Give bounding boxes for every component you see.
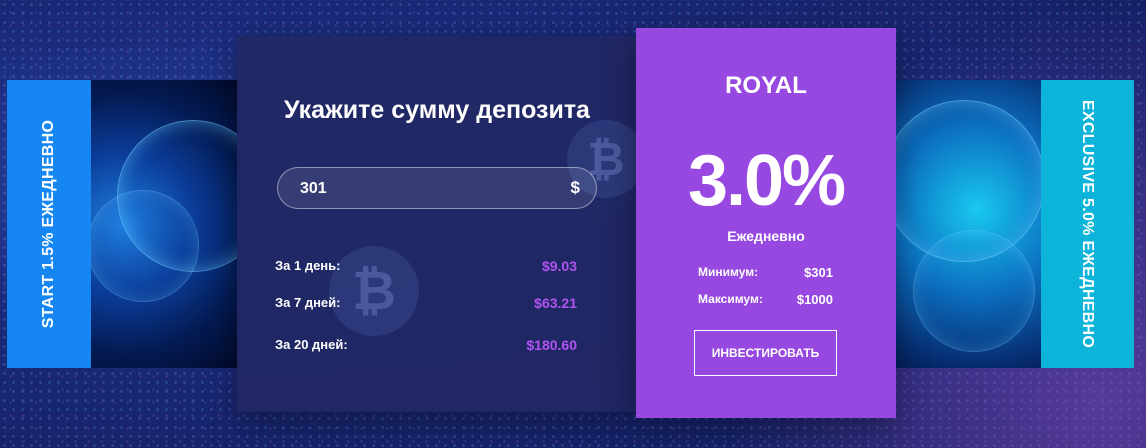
profit-row-20-days: За 20 дней: $180.60 <box>275 337 577 357</box>
plan-card-start[interactable]: START 1.5% ЕЖЕДНЕВНО <box>7 80 240 368</box>
profit-period-label: За 20 дней: <box>275 337 348 352</box>
plan-card-royal: ROYAL 3.0% Ежедневно Минимум: $301 Макси… <box>636 28 896 418</box>
minimum-label: Минимум: <box>698 265 759 279</box>
plan-label-start: START 1.5% ЕЖЕДНЕВНО <box>40 119 58 329</box>
plan-rate: 3.0% <box>687 141 846 221</box>
profit-row-1-day: За 1 день: $9.03 <box>275 258 577 278</box>
profit-period-label: За 7 дней: <box>275 295 341 310</box>
profit-value: $180.60 <box>526 337 577 353</box>
plan-period: Ежедневно <box>727 228 805 244</box>
minimum-value: $301 <box>804 265 833 280</box>
calculator-title: Укажите сумму депозита <box>284 96 590 124</box>
amount-field[interactable]: $ <box>277 167 597 210</box>
currency-sign: $ <box>570 178 580 197</box>
plan-name: ROYAL <box>725 72 807 99</box>
maximum-value: $1000 <box>796 292 833 307</box>
plan-minimum: Минимум: $301 <box>698 265 833 283</box>
plan-strip-start: START 1.5% ЕЖЕДНЕВНО <box>7 80 91 368</box>
globe-icon <box>87 190 199 302</box>
deposit-calculator: ₿ ₿ Укажите сумму депозита $ За 1 день: … <box>237 36 645 412</box>
plan-card-exclusive[interactable]: EXCLUSIVE 5.0% ЕЖЕДНЕВНО <box>893 80 1134 368</box>
profit-row-7-days: За 7 дней: $63.21 <box>275 295 577 315</box>
plan-label-exclusive: EXCLUSIVE 5.0% ЕЖЕДНЕВНО <box>1079 99 1097 349</box>
plan-maximum: Максимум: $1000 <box>698 292 833 310</box>
globe-icon <box>913 230 1035 352</box>
plan-strip-exclusive: EXCLUSIVE 5.0% ЕЖЕДНЕВНО <box>1041 80 1134 368</box>
deposit-amount-input[interactable] <box>298 168 542 210</box>
profit-value: $9.03 <box>541 258 577 274</box>
profit-period-label: За 1 день: <box>275 258 341 273</box>
invest-button[interactable]: ИНВЕСТИРОВАТЬ <box>694 330 837 376</box>
profit-value: $63.21 <box>534 295 577 311</box>
maximum-label: Максимум: <box>698 292 763 306</box>
